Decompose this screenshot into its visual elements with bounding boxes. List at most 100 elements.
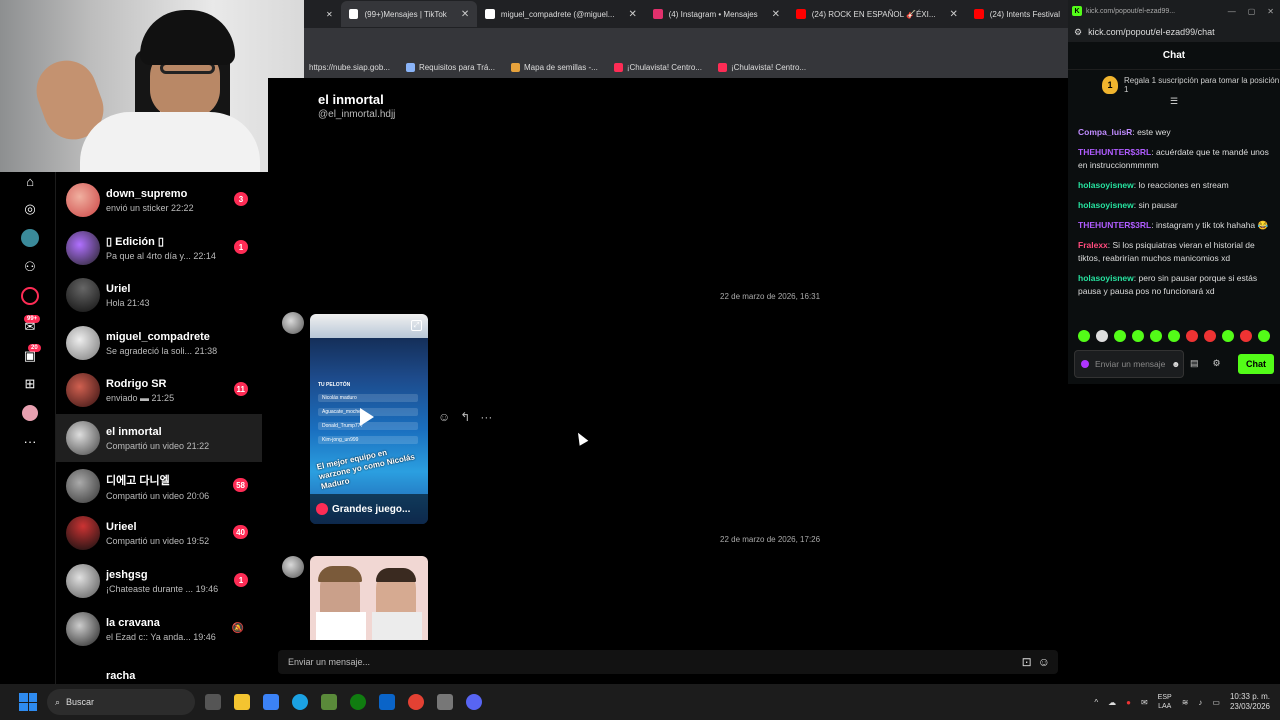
more-options-icon[interactable]: ··· <box>480 410 492 424</box>
explore-icon[interactable]: ◎ <box>21 200 39 218</box>
conversation-item[interactable]: 디에고 다니엘 Compartió un video 20:06 58 <box>56 462 262 510</box>
language-indicator[interactable]: ESP LAA <box>1158 693 1172 711</box>
notification-icon[interactable]: ✉ <box>1141 698 1148 707</box>
audio-app-icon[interactable] <box>437 694 453 710</box>
conversation-item[interactable]: Uriel Hola 21:43 <box>56 271 262 319</box>
bookmark-label: Requisitos para Trá... <box>418 62 495 72</box>
bookmark-requisitos[interactable]: Requisitos para Trá... <box>405 62 495 72</box>
more-icon[interactable]: ··· <box>21 432 39 450</box>
conversation-item[interactable]: Rodrigo SR enviado ▬ 21:25 11 <box>56 366 262 414</box>
conversation-item[interactable]: jeshgsg ¡Chateaste durante ... 19:46 1 <box>56 557 262 605</box>
reply-icon[interactable]: ↰ <box>460 410 470 424</box>
emoji-icon[interactable]: ☻ <box>1171 359 1180 369</box>
message-actions: ☺ ↰ ··· <box>438 410 492 424</box>
chrome-icon[interactable] <box>408 694 424 710</box>
conversation-item-selected[interactable]: el inmortal Compartió un video 21:22 <box>56 414 262 462</box>
close-icon[interactable]: ✕ <box>950 9 958 20</box>
gif-icon[interactable]: ⊡ <box>1022 655 1032 669</box>
tab-youtube-rock[interactable]: (24) ROCK EN ESPAÑOL 🎸ÉXI... ✕ <box>788 1 966 27</box>
emote-icon[interactable] <box>1114 330 1126 342</box>
emote-icon[interactable] <box>1150 330 1162 342</box>
conversation-item[interactable]: ▯ Edición ▯ Pa que al 4rto día y... 22:14… <box>56 224 262 272</box>
discord-icon[interactable] <box>466 694 482 710</box>
kick-url-bar[interactable]: ⚙ kick.com/popout/el-ezad99/chat <box>1068 22 1280 42</box>
conversation-item[interactable]: la cravana el Ezad c:: Ya anda... 19:46 🔕 <box>56 605 262 653</box>
conversation-item[interactable]: Urieel Compartió un video 19:52 40 <box>56 509 262 557</box>
inbox-icon[interactable]: ▣ <box>21 347 39 365</box>
clock[interactable]: 10:33 p. m. 23/03/2026 <box>1230 692 1270 712</box>
shared-video-card[interactable] <box>310 556 428 640</box>
tab-instagram[interactable]: (4) Instagram • Mensajes ✕ <box>645 1 788 27</box>
sub-gift-banner[interactable]: 1 Regala 1 suscripción para tomar la pos… <box>1068 70 1280 94</box>
tab-miguel-compadrete[interactable]: miguel_compadrete (@miguel... ✕ <box>477 1 645 27</box>
live-avatar-icon[interactable] <box>21 229 39 247</box>
outlook-icon[interactable] <box>379 694 395 710</box>
clock-date: 23/03/2026 <box>1229 702 1270 711</box>
sender-avatar[interactable] <box>282 556 304 578</box>
conversation-item[interactable]: racha <box>56 652 262 684</box>
minimize-icon[interactable]: — <box>1228 7 1236 16</box>
emote-icon[interactable] <box>1132 330 1144 342</box>
address-bar[interactable] <box>304 28 1068 56</box>
conversation-item[interactable]: miguel_compadrete Se agradeció la soli...… <box>56 319 262 367</box>
close-icon[interactable]: ✕ <box>1267 7 1274 16</box>
battery-icon[interactable]: ▭ <box>1212 698 1220 707</box>
doc-icon <box>405 62 415 72</box>
emote-icon[interactable] <box>1240 330 1252 342</box>
unread-badge: 11 <box>233 382 248 396</box>
maximize-icon[interactable]: ▢ <box>1248 7 1256 16</box>
shared-video-card[interactable]: ⤢ TU PELOTÓN Nicolás maduro Aguacate_moc… <box>310 314 428 524</box>
profile-avatar-icon[interactable] <box>21 404 39 422</box>
taskbar-search[interactable]: ⌕ Buscar <box>47 689 195 715</box>
close-icon[interactable]: ✕ <box>461 9 469 20</box>
avatar <box>66 373 100 407</box>
emote-icon[interactable] <box>1204 330 1216 342</box>
tab-tiktok-messages[interactable]: (99+)Mensajes | TikTok ✕ <box>340 1 478 27</box>
chevron-up-icon[interactable]: ^ <box>1094 698 1098 707</box>
bookmark-nube-siap[interactable]: https://nube.siap.gob... <box>309 63 390 72</box>
message-input[interactable]: Enviar un mensaje... ⊡ ☺ <box>278 650 1058 674</box>
tab-youtube-intents[interactable]: (24) Intents Festival <box>966 1 1068 27</box>
settings-icon[interactable]: ⚙ <box>1213 358 1221 369</box>
home-icon[interactable]: ⌂ <box>21 172 39 190</box>
emote-icon[interactable] <box>1168 330 1180 342</box>
emote-icon[interactable] <box>1258 330 1270 342</box>
bookmark-chulavista-1[interactable]: ¡Chulavista! Centro... <box>613 62 702 72</box>
upload-icon[interactable]: ⊞ <box>21 375 39 393</box>
tab-close-prev[interactable]: ✕ <box>304 1 341 27</box>
react-icon[interactable]: ☺ <box>438 410 450 424</box>
bookmark-mapa-semillas[interactable]: Mapa de semillas -... <box>511 62 598 72</box>
emote-icon[interactable] <box>1186 330 1198 342</box>
close-icon[interactable]: ✕ <box>772 9 780 20</box>
mic-icon[interactable] <box>1081 360 1089 368</box>
cloud-icon[interactable]: ☁ <box>1108 698 1116 707</box>
following-icon[interactable]: ⚇ <box>21 258 39 276</box>
wifi-icon[interactable]: ≋ <box>1182 698 1189 707</box>
pinned-filter-icon[interactable]: ☰ <box>1068 96 1280 107</box>
kick-message-input[interactable]: Enviar un mensaje ☻ <box>1074 350 1184 378</box>
kick-send-button[interactable]: Chat <box>1238 354 1274 374</box>
mic-icon[interactable]: ● <box>1126 698 1131 707</box>
task-view-icon[interactable] <box>205 694 221 710</box>
file-explorer-icon[interactable] <box>234 694 250 710</box>
sender-avatar[interactable] <box>282 312 304 334</box>
xbox-icon[interactable] <box>350 694 366 710</box>
minecraft-icon[interactable] <box>321 694 337 710</box>
live-icon[interactable] <box>21 287 39 305</box>
bookmark-chulavista-2[interactable]: ¡Chulavista! Centro... <box>717 62 806 72</box>
windows-start-icon[interactable] <box>19 693 37 711</box>
volume-icon[interactable]: ♪ <box>1198 698 1202 707</box>
conversation-item[interactable]: down_supremo envió un sticker 22:22 3 <box>56 176 262 224</box>
edge-icon[interactable] <box>292 694 308 710</box>
conversation-preview: enviado ▬ 21:25 <box>106 392 175 403</box>
store-icon[interactable]: ▤ <box>1190 358 1199 369</box>
emoji-icon[interactable]: ☺ <box>1038 655 1050 669</box>
emote-icon[interactable] <box>1078 330 1090 342</box>
emote-icon[interactable] <box>1222 330 1234 342</box>
store-icon[interactable] <box>263 694 279 710</box>
site-settings-icon[interactable]: ⚙ <box>1074 27 1082 38</box>
message-timestamp: 22 de marzo de 2026, 16:31 <box>720 292 821 301</box>
close-icon[interactable]: ✕ <box>628 9 636 20</box>
messages-icon[interactable]: ✉ <box>21 318 39 336</box>
emote-icon[interactable] <box>1096 330 1108 342</box>
